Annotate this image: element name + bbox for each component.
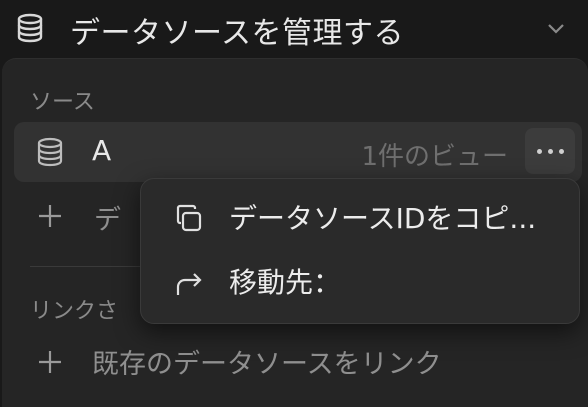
database-icon	[17, 13, 43, 43]
chevron-down-icon[interactable]	[544, 16, 568, 40]
sources-section-label: ソース	[30, 90, 95, 115]
menu-item-move-to[interactable]: 移動先：	[141, 253, 579, 309]
source-view-count: 1件のビュー	[361, 142, 508, 172]
menu-item-label: データソースIDをコピ...	[229, 202, 537, 235]
add-data-source-label: デ	[94, 205, 121, 236]
copy-icon	[176, 204, 202, 232]
manage-data-sources-header[interactable]: データソースを管理する	[0, 0, 588, 56]
database-icon	[37, 137, 63, 167]
menu-item-label: 移動先：	[229, 266, 342, 299]
link-existing-label: 既存のデータソースをリンク	[92, 349, 442, 380]
page-title: データソースを管理する	[70, 16, 404, 51]
linked-section-label: リンクさ	[30, 299, 119, 324]
context-menu: データソースIDをコピ... 移動先：	[140, 178, 580, 324]
more-icon	[536, 148, 542, 154]
source-row-a[interactable]: A 1件のビュー	[14, 122, 582, 182]
arrow-turn-right-icon	[176, 273, 202, 295]
plus-icon	[39, 351, 61, 373]
plus-icon	[39, 205, 61, 227]
menu-item-copy-data-source-id[interactable]: データソースIDをコピ...	[141, 189, 579, 245]
more-options-button[interactable]	[525, 128, 575, 174]
source-name: A	[92, 134, 112, 167]
